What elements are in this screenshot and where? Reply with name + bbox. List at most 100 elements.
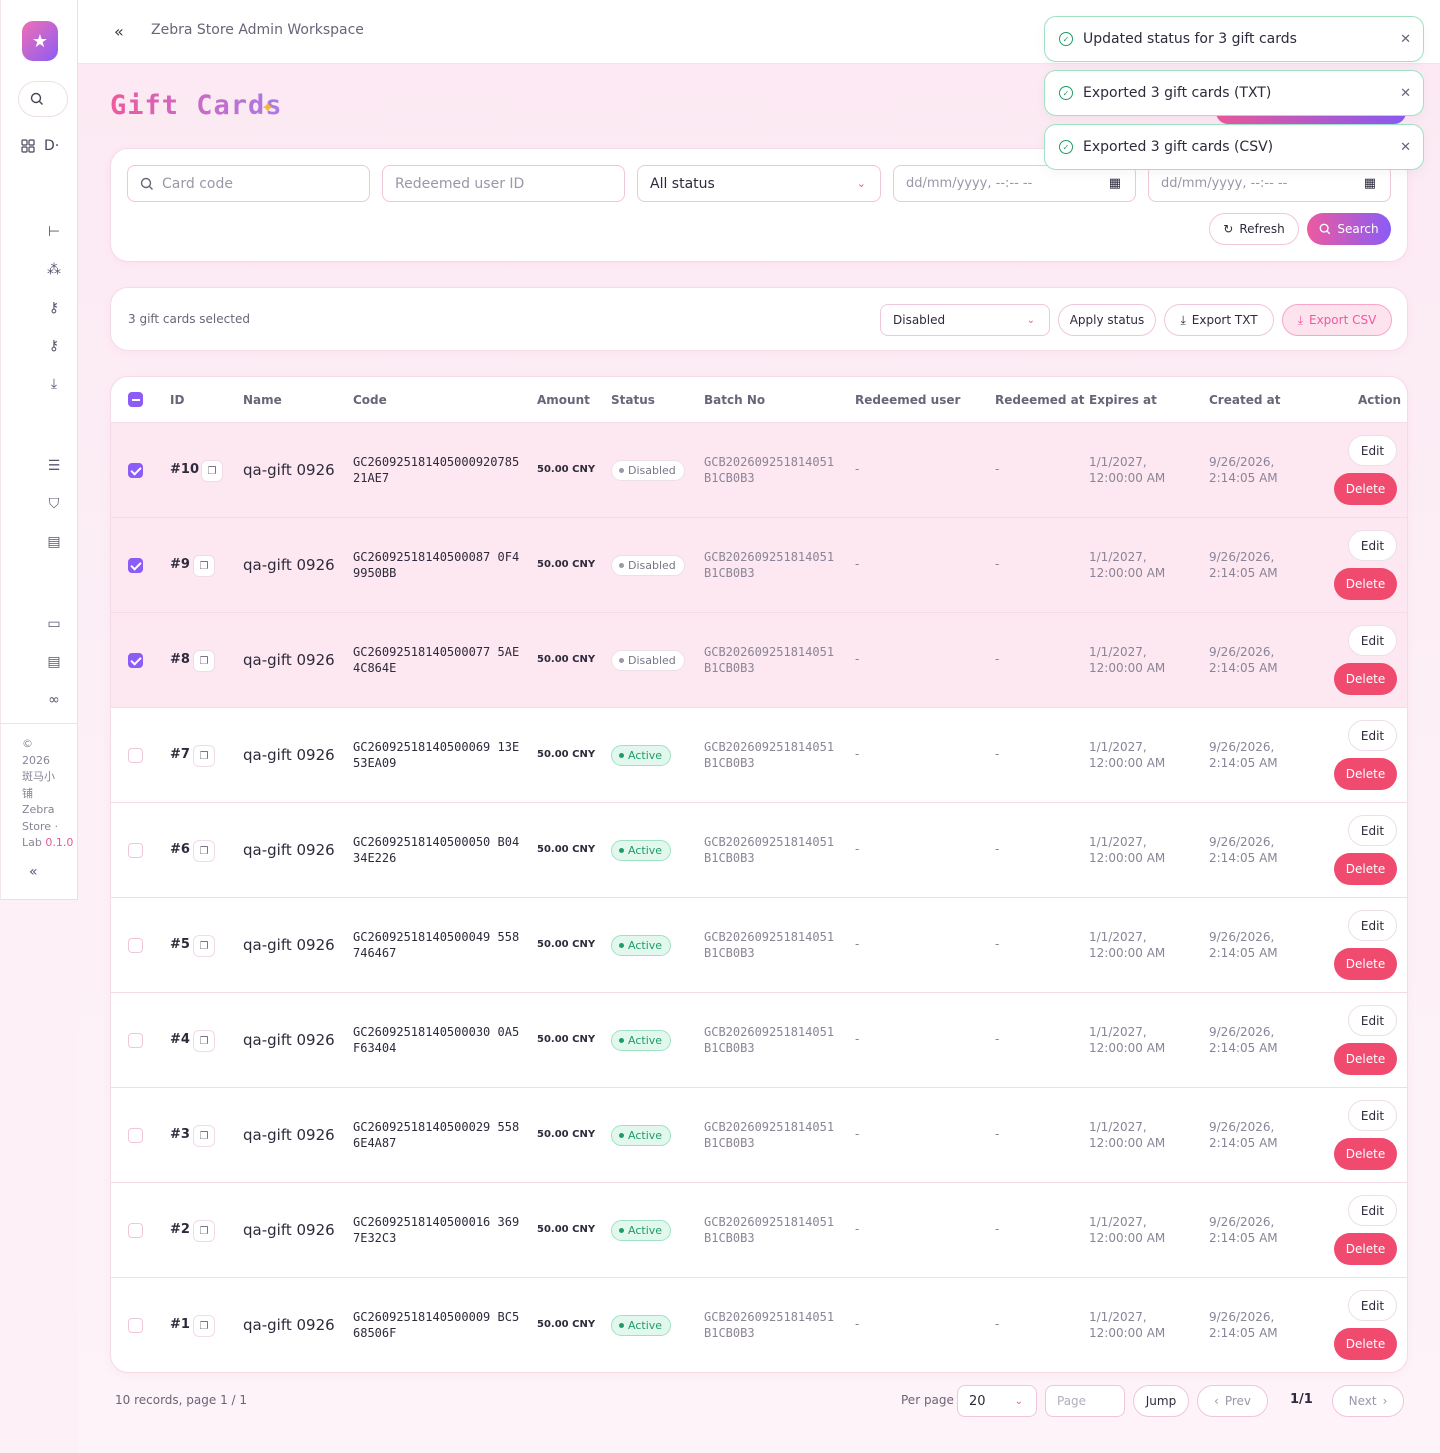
document-icon[interactable]: ▤ (45, 533, 63, 551)
copy-icon[interactable]: ❐ (193, 1125, 215, 1147)
table-row[interactable]: #1 ❐ qa-gift 0926 GC26092518140500009 BC568… (111, 1278, 1407, 1372)
export-txt-button[interactable]: ⤓ Export TXT (1164, 304, 1274, 336)
inbox-icon[interactable]: ▭ (45, 615, 63, 633)
sidebar-collapse-button[interactable]: « (29, 864, 38, 880)
edit-button[interactable]: Edit (1348, 815, 1397, 846)
table-row[interactable]: #2 ❐ qa-gift 0926 GC26092518140500016 3697E… (111, 1183, 1407, 1278)
delete-button[interactable]: Delete (1334, 948, 1397, 980)
row-checkbox[interactable] (128, 653, 143, 668)
page-input[interactable]: Page (1045, 1385, 1125, 1417)
delete-button[interactable]: Delete (1334, 663, 1397, 695)
copy-icon[interactable]: ❐ (193, 1030, 215, 1052)
bulk-status-select[interactable]: Disabled ⌄ (880, 304, 1050, 336)
column-header[interactable]: Name (243, 393, 282, 407)
table-row[interactable]: #6 ❐ qa-gift 0926 GC26092518140500050 B0434… (111, 803, 1407, 898)
copy-icon[interactable]: ❐ (193, 555, 215, 577)
collapse-sidebar-icon[interactable]: « (114, 22, 124, 41)
column-header[interactable]: Redeemed at (995, 393, 1085, 407)
status-badge: Disabled (611, 650, 685, 671)
category-tree-icon[interactable]: ⊢ (45, 223, 63, 241)
key-icon[interactable]: ⚷ (45, 299, 63, 317)
app-logo[interactable]: ★ (22, 21, 58, 61)
row-checkbox[interactable] (128, 463, 143, 478)
copy-icon[interactable]: ❐ (193, 650, 215, 672)
column-header[interactable]: Status (611, 393, 655, 407)
row-checkbox[interactable] (128, 938, 143, 953)
close-icon[interactable]: ✕ (1400, 32, 1411, 47)
receipt-icon[interactable]: ▤ (45, 653, 63, 671)
refresh-button[interactable]: ↻ Refresh (1209, 213, 1299, 245)
copy-icon[interactable]: ❐ (193, 745, 215, 767)
products-icon[interactable]: ⁂ (45, 261, 63, 279)
delete-button[interactable]: Delete (1334, 758, 1397, 790)
column-header[interactable]: Code (353, 393, 387, 407)
table-row[interactable]: #10 ❐ qa-gift 0926 GC260925181405000920785 … (111, 423, 1407, 518)
delete-button[interactable]: Delete (1334, 853, 1397, 885)
search-button[interactable]: Search (1307, 213, 1391, 245)
copy-icon[interactable]: ❐ (193, 1315, 215, 1337)
calendar-icon[interactable]: ▦ (1364, 176, 1376, 191)
edit-button[interactable]: Edit (1348, 720, 1397, 751)
card-code-input[interactable]: Card code (127, 165, 370, 202)
select-all-checkbox[interactable] (128, 392, 143, 407)
edit-button[interactable]: Edit (1348, 530, 1397, 561)
download-icon[interactable]: ⤓ (45, 375, 63, 393)
row-checkbox[interactable] (128, 1318, 143, 1333)
edit-button[interactable]: Edit (1348, 1005, 1397, 1036)
column-header[interactable]: Amount (537, 393, 590, 407)
column-header[interactable]: Created at (1209, 393, 1280, 407)
link-icon[interactable]: ∞ (45, 691, 63, 709)
column-header[interactable]: ID (170, 393, 184, 407)
date-from-input[interactable]: dd/mm/yyyy, --:-- -- ▦ (893, 165, 1136, 202)
column-header[interactable]: Redeemed user (855, 393, 960, 407)
row-checkbox[interactable] (128, 1033, 143, 1048)
edit-button[interactable]: Edit (1348, 1290, 1397, 1321)
row-checkbox[interactable] (128, 1128, 143, 1143)
column-header[interactable]: Batch No (704, 393, 765, 407)
copy-icon[interactable]: ❐ (201, 460, 223, 482)
row-checkbox[interactable] (128, 1223, 143, 1238)
calendar-icon[interactable]: ▦ (1109, 176, 1121, 191)
copy-icon[interactable]: ❐ (193, 935, 215, 957)
edit-button[interactable]: Edit (1348, 910, 1397, 941)
delete-button[interactable]: Delete (1334, 1328, 1397, 1360)
jump-button[interactable]: Jump (1133, 1385, 1189, 1417)
edit-button[interactable]: Edit (1348, 1195, 1397, 1226)
edit-button[interactable]: Edit (1348, 625, 1397, 656)
key-alt-icon[interactable]: ⚷ (45, 337, 63, 355)
copy-icon[interactable]: ❐ (193, 1220, 215, 1242)
shield-icon[interactable]: ⛉ (45, 495, 63, 513)
edit-button[interactable]: Edit (1348, 435, 1397, 466)
date-to-input[interactable]: dd/mm/yyyy, --:-- -- ▦ (1148, 165, 1391, 202)
export-csv-button[interactable]: ⤓ Export CSV (1282, 304, 1392, 336)
close-icon[interactable]: ✕ (1400, 140, 1411, 155)
next-page-button[interactable]: Next › (1332, 1385, 1404, 1417)
copy-icon[interactable]: ❐ (193, 840, 215, 862)
delete-button[interactable]: Delete (1334, 473, 1397, 505)
table-row[interactable]: #9 ❐ qa-gift 0926 GC26092518140500087 0F499… (111, 518, 1407, 613)
apply-status-button[interactable]: Apply status (1058, 304, 1156, 336)
delete-button[interactable]: Delete (1334, 1043, 1397, 1075)
delete-button[interactable]: Delete (1334, 568, 1397, 600)
status-filter-select[interactable]: All status ⌄ (637, 165, 881, 202)
per-page-select[interactable]: 20 ⌄ (957, 1385, 1037, 1417)
table-row[interactable]: #7 ❐ qa-gift 0926 GC26092518140500069 13E53… (111, 708, 1407, 803)
delete-button[interactable]: Delete (1334, 1233, 1397, 1265)
table-row[interactable]: #8 ❐ qa-gift 0926 GC26092518140500077 5AE4C… (111, 613, 1407, 708)
table-row[interactable]: #4 ❐ qa-gift 0926 GC26092518140500030 0A5F6… (111, 993, 1407, 1088)
table-row[interactable]: #3 ❐ qa-gift 0926 GC26092518140500029 5586E… (111, 1088, 1407, 1183)
sidebar-item-dashboard[interactable]: D· (21, 138, 59, 154)
table-row[interactable]: #5 ❐ qa-gift 0926 GC26092518140500049 55874… (111, 898, 1407, 993)
column-header[interactable]: Expires at (1089, 393, 1157, 407)
sidebar-search-button[interactable] (18, 81, 68, 117)
close-icon[interactable]: ✕ (1400, 86, 1411, 101)
edit-button[interactable]: Edit (1348, 1100, 1397, 1131)
delete-button[interactable]: Delete (1334, 1138, 1397, 1170)
row-checkbox[interactable] (128, 748, 143, 763)
prev-page-button[interactable]: ‹ Prev (1197, 1385, 1268, 1417)
list-icon[interactable]: ☰ (45, 457, 63, 475)
row-checkbox[interactable] (128, 558, 143, 573)
row-checkbox[interactable] (128, 843, 143, 858)
redeemed-user-input[interactable]: Redeemed user ID (382, 165, 625, 202)
row-redeemed-user: - (855, 1127, 860, 1141)
